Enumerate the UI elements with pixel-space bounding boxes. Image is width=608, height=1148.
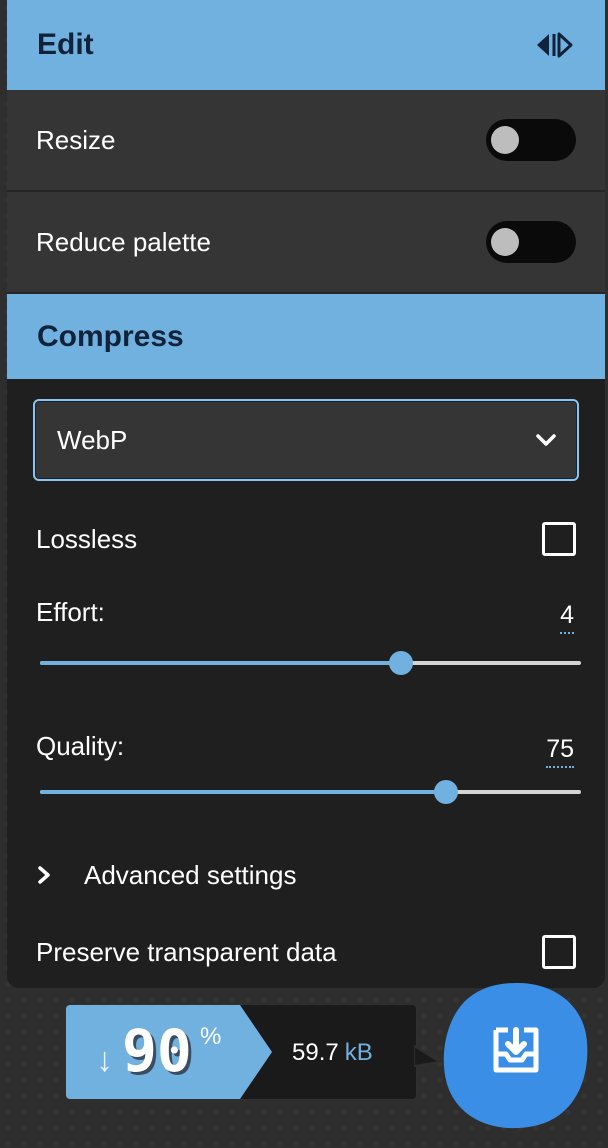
quality-label: Quality: [36, 731, 125, 761]
preserve-transparent-label: Preserve transparent data [36, 936, 337, 967]
effort-label: Effort: [36, 597, 105, 627]
resize-label: Resize [36, 124, 116, 155]
chevron-right-icon [38, 866, 50, 884]
preserve-transparent-checkbox[interactable] [542, 935, 576, 969]
output-size-value: 59.7 [292, 1039, 339, 1066]
compress-body: WebP Lossless Effort: 4 Quality: 75 Adva… [7, 379, 605, 988]
toggle-knob [491, 228, 519, 256]
format-selected-value: WebP [57, 424, 128, 455]
percent-sign: % [200, 1023, 222, 1050]
output-size-unit: kB [344, 1039, 373, 1066]
preserve-transparent-row: Preserve transparent data [36, 932, 576, 972]
effort-slider-fill [40, 661, 401, 665]
quality-slider-fill [40, 790, 446, 794]
edit-title: Edit [37, 28, 94, 61]
toggle-knob [491, 126, 519, 154]
effort-slider[interactable] [40, 651, 581, 675]
quality-slider-thumb[interactable] [433, 780, 458, 804]
quality-slider[interactable] [40, 780, 581, 804]
panel-expand-collapse-icon[interactable] [535, 32, 575, 58]
effort-slider-thumb[interactable] [388, 651, 413, 675]
results-bar: ↓ 90 % 59.7 kB [64, 1003, 418, 1101]
edit-header: Edit [7, 0, 605, 90]
quality-value[interactable]: 75 [546, 735, 574, 768]
compress-title: Compress [37, 319, 184, 353]
options-panel: Edit Resize Reduce palette Compress WebP [7, 0, 605, 988]
lossless-checkbox[interactable] [542, 522, 576, 556]
resize-row: Resize [7, 90, 605, 192]
compress-header: Compress [7, 294, 605, 379]
reduce-palette-row: Reduce palette [7, 192, 605, 294]
reduce-palette-label: Reduce palette [36, 226, 211, 257]
output-size: 59.7 kB [292, 1039, 373, 1067]
reduction-percent: 90 [122, 1017, 192, 1085]
format-select[interactable]: WebP [33, 399, 579, 481]
advanced-settings-toggle[interactable]: Advanced settings [36, 855, 296, 895]
reduce-palette-toggle[interactable] [486, 221, 576, 263]
lossless-label: Lossless [36, 523, 138, 554]
size-reduction-badge: ↓ 90 % [66, 1005, 272, 1099]
download-button[interactable] [438, 980, 588, 1130]
advanced-settings-label: Advanced settings [84, 859, 297, 890]
arrows-left-right-icon [537, 32, 573, 58]
arrow-down-icon: ↓ [96, 1041, 113, 1079]
download-icon [493, 1027, 539, 1073]
chevron-down-icon [536, 434, 556, 446]
effort-value[interactable]: 4 [560, 601, 574, 634]
lossless-row: Lossless [36, 519, 576, 559]
resize-toggle[interactable] [486, 119, 576, 161]
